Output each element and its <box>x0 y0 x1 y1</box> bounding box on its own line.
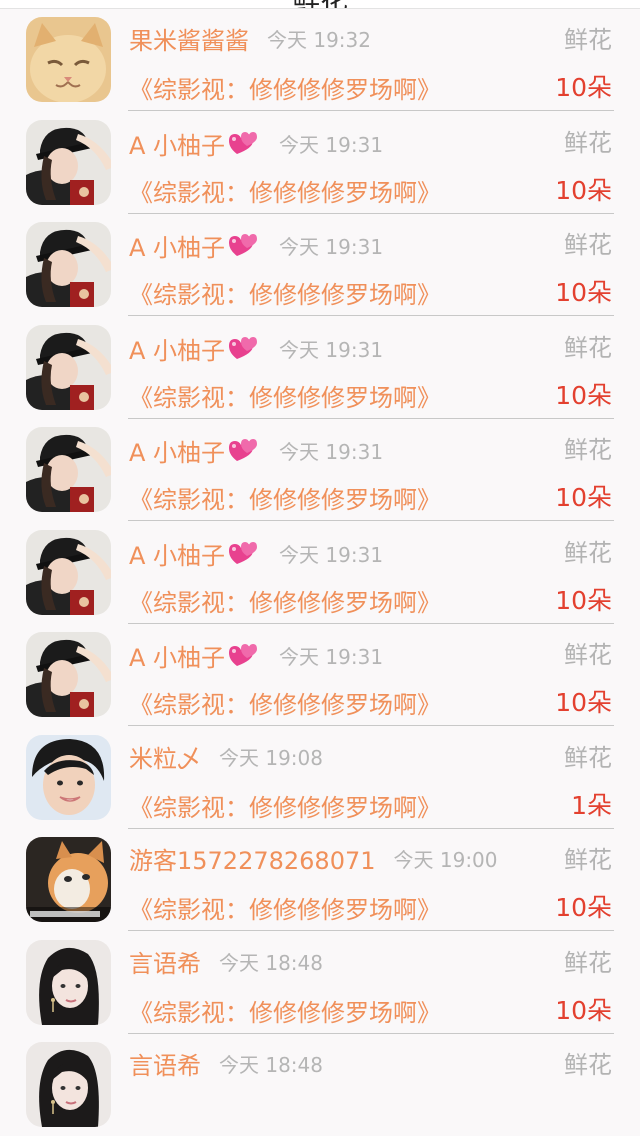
gift-type-label: 鲜花 <box>564 846 612 874</box>
sender-name-text: A 小柚子 <box>129 131 226 160</box>
book-title-link[interactable]: 《综影视：修修修修罗场啊》 <box>129 383 441 413</box>
gift-record-row[interactable]: 言语希 今天 18:48 鲜花 <box>0 1034 640 1136</box>
two-hearts-icon <box>227 128 261 165</box>
timestamp: 今天 19:00 <box>393 848 498 872</box>
two-hearts-icon <box>227 230 261 267</box>
book-title-link[interactable]: 《综影视：修修修修罗场啊》 <box>129 793 441 823</box>
top-nav-bar: 鲜花 <box>0 0 640 9</box>
sender-name-text: A 小柚子 <box>129 234 226 262</box>
sender-name[interactable]: A 小柚子 今天 19:31 <box>129 128 383 165</box>
gift-type-label: 鲜花 <box>564 231 612 259</box>
gift-type-label: 鲜花 <box>564 948 612 977</box>
timestamp: 今天 19:31 <box>279 235 384 259</box>
sender-name[interactable]: 言语希 今天 18:48 <box>129 948 323 979</box>
sender-name[interactable]: 言语希 今天 18:48 <box>129 1050 323 1081</box>
gift-type-label: 鲜花 <box>564 641 612 669</box>
dark-hair-girl-avatar[interactable] <box>26 1042 111 1127</box>
gift-type-label: 鲜花 <box>564 743 612 772</box>
flower-count: 10朵 <box>555 380 612 410</box>
timestamp: 今天 19:31 <box>279 132 384 157</box>
flower-count: 10朵 <box>555 175 612 205</box>
sender-name[interactable]: A 小柚子 今天 19:31 <box>129 333 383 370</box>
gift-record-row[interactable]: 米粒乄 今天 19:08 鲜花《综影视：修修修修罗场啊》 1朵 <box>0 727 640 829</box>
book-title-link[interactable]: 《综影视：修修修修罗场啊》 <box>129 998 441 1028</box>
sender-name-text: 言语希 <box>129 949 201 978</box>
sender-name-text: A 小柚子 <box>129 644 226 672</box>
kitten-avatar[interactable] <box>26 17 111 102</box>
book-title-link[interactable]: 《综影视：修修修修罗场啊》 <box>129 75 441 105</box>
gift-record-row[interactable]: A 小柚子 今天 19:31 鲜花《综影视：修修修修罗场啊》 10朵 <box>0 419 640 521</box>
timestamp: 今天 19:32 <box>267 28 371 52</box>
dark-hair-girl-avatar[interactable] <box>26 939 111 1025</box>
two-hearts-icon <box>227 435 261 472</box>
flower-count: 10朵 <box>555 995 612 1025</box>
girl-cap-avatar[interactable] <box>26 324 111 410</box>
sender-name[interactable]: 米粒乄 今天 19:08 <box>129 743 323 774</box>
gift-record-row[interactable]: A 小柚子 今天 19:31 鲜花《综影视：修修修修罗场啊》 10朵 <box>0 317 640 419</box>
book-title-link[interactable]: 《综影视：修修修修罗场啊》 <box>129 178 441 208</box>
girl-cap-avatar[interactable] <box>26 632 111 717</box>
timestamp: 今天 18:48 <box>219 1053 323 1077</box>
gift-record-row[interactable]: 言语希 今天 18:48 鲜花《综影视：修修修修罗场啊》 10朵 <box>0 932 640 1034</box>
flower-count: 10朵 <box>555 688 612 717</box>
gift-type-label: 鲜花 <box>564 538 612 567</box>
book-title-link[interactable]: 《综影视：修修修修罗场啊》 <box>129 485 441 515</box>
flower-count: 10朵 <box>555 278 612 307</box>
gift-record-row[interactable]: 果米酱酱酱 今天 19:32 鲜花《综影视：修修修修罗场啊》 10朵 <box>0 9 640 111</box>
sender-name-text: 果米酱酱酱 <box>129 27 249 55</box>
timestamp: 今天 19:31 <box>279 542 384 567</box>
gift-record-row[interactable]: A 小柚子 今天 19:31 鲜花《综影视：修修修修罗场啊》 10朵 <box>0 624 640 726</box>
gift-type-label: 鲜花 <box>564 1051 612 1079</box>
sender-name[interactable]: A 小柚子 今天 19:31 <box>129 640 383 677</box>
gift-record-row[interactable]: A 小柚子 今天 19:31 鲜花《综影视：修修修修罗场啊》 10朵 <box>0 522 640 624</box>
gift-type-label: 鲜花 <box>564 128 612 157</box>
smiling-boy-avatar[interactable] <box>26 734 111 820</box>
timestamp: 今天 19:31 <box>279 645 384 669</box>
gift-record-row[interactable]: 游客1572278268071 今天 19:00 鲜花《综影视：修修修修罗场啊》 10… <box>0 829 640 931</box>
sender-name-text: 米粒乄 <box>129 744 201 773</box>
flower-count: 10朵 <box>555 893 612 922</box>
gift-type-label: 鲜花 <box>564 436 612 464</box>
timestamp: 今天 19:08 <box>219 745 323 770</box>
girl-cap-avatar[interactable] <box>26 427 111 512</box>
cat-photo-avatar[interactable] <box>26 837 111 922</box>
page-title: 鲜花 <box>0 0 640 8</box>
sender-name[interactable]: 果米酱酱酱 今天 19:32 <box>129 25 371 56</box>
sender-name-text: 游客1572278268071 <box>129 847 376 875</box>
girl-cap-avatar[interactable] <box>26 119 111 205</box>
timestamp: 今天 19:31 <box>279 337 384 362</box>
gift-type-label: 鲜花 <box>564 26 612 54</box>
sender-name-text: A 小柚子 <box>129 541 226 570</box>
book-title-link[interactable]: 《综影视：修修修修罗场啊》 <box>129 280 441 310</box>
gift-record-row[interactable]: A 小柚子 今天 19:31 鲜花《综影视：修修修修罗场啊》 10朵 <box>0 112 640 214</box>
girl-cap-avatar[interactable] <box>26 222 111 307</box>
book-title-link[interactable]: 《综影视：修修修修罗场啊》 <box>129 588 441 618</box>
sender-name[interactable]: A 小柚子 今天 19:31 <box>129 538 383 575</box>
flower-count: 10朵 <box>555 585 612 615</box>
sender-name-text: A 小柚子 <box>129 336 226 365</box>
book-title-link[interactable]: 《综影视：修修修修罗场啊》 <box>129 895 441 925</box>
girl-cap-avatar[interactable] <box>26 529 111 615</box>
two-hearts-icon <box>227 640 261 677</box>
sender-name[interactable]: 游客1572278268071 今天 19:00 <box>129 845 498 876</box>
gift-record-row[interactable]: A 小柚子 今天 19:31 鲜花《综影视：修修修修罗场啊》 10朵 <box>0 214 640 316</box>
sender-name[interactable]: A 小柚子 今天 19:31 <box>129 435 383 472</box>
sender-name-text: A 小柚子 <box>129 439 226 467</box>
timestamp: 今天 19:31 <box>279 440 384 464</box>
sender-name-text: 言语希 <box>129 1052 201 1080</box>
flower-count: 10朵 <box>555 73 612 102</box>
timestamp: 今天 18:48 <box>219 950 323 975</box>
two-hearts-icon <box>227 538 261 575</box>
two-hearts-icon <box>227 333 261 370</box>
flower-count: 10朵 <box>555 483 612 512</box>
book-title-link[interactable]: 《综影视：修修修修罗场啊》 <box>129 690 441 720</box>
flower-count: 1朵 <box>571 790 612 820</box>
gift-type-label: 鲜花 <box>564 333 612 362</box>
sender-name[interactable]: A 小柚子 今天 19:31 <box>129 230 383 267</box>
